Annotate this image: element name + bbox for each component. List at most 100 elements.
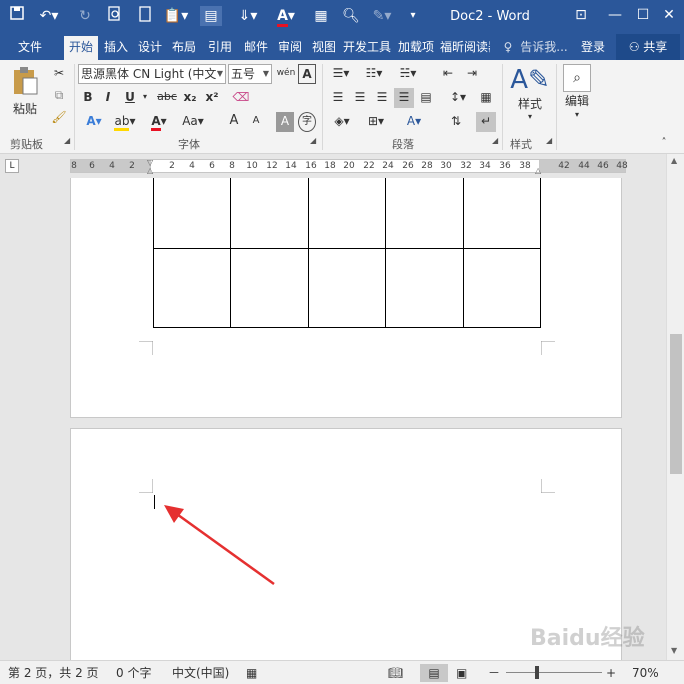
document-area[interactable] [0, 178, 666, 660]
table-cell[interactable] [153, 178, 232, 249]
scroll-down-icon[interactable]: ▼ [671, 646, 677, 655]
text-effect-icon[interactable]: A▾ [82, 112, 106, 132]
sign-in-link[interactable]: 登录 [576, 34, 610, 60]
zoom-level[interactable]: 70% [632, 664, 659, 682]
enclose-char-icon[interactable]: 字 [298, 112, 316, 132]
underline-button[interactable]: U [122, 88, 138, 108]
align-right-icon[interactable]: ☰ [372, 88, 392, 108]
align-center-icon[interactable]: ☰ [350, 88, 370, 108]
tab-foxit[interactable]: 福昕阅读器 [440, 34, 490, 60]
language[interactable]: 中文(中国) [172, 664, 229, 682]
increase-indent-icon[interactable]: ⇥ [462, 64, 482, 84]
hanging-indent-marker-icon[interactable]: △ [147, 166, 153, 175]
copy-icon[interactable]: ⧉ [50, 86, 68, 106]
multilevel-list-icon[interactable]: ☵▾ [394, 64, 422, 84]
tab-references[interactable]: 引用 [204, 34, 236, 60]
tab-layout[interactable]: 布局 [168, 34, 200, 60]
numbering-icon[interactable]: ☷▾ [360, 64, 388, 84]
zoom-out-button[interactable]: － [488, 664, 500, 682]
read-mode-icon[interactable]: 📖︎ [388, 664, 403, 682]
tab-developer[interactable]: 开发工具 [342, 34, 392, 60]
decrease-indent-icon[interactable]: ⇤ [438, 64, 458, 84]
customize-qat-icon[interactable]: ▾ [402, 6, 424, 26]
web-layout-icon[interactable]: ▣ [456, 664, 467, 682]
font-color-icon[interactable]: A▾ [272, 6, 300, 27]
line-spacing-icon[interactable]: ↕▾ [444, 88, 472, 108]
char-border-icon[interactable]: A [298, 64, 316, 84]
chinese-layout-icon[interactable]: ▦ [476, 88, 496, 108]
new-document-icon[interactable] [134, 6, 156, 26]
draw-icon[interactable]: ✎▾ [368, 6, 396, 26]
format-painter-brush-icon[interactable]: 🖌︎ [50, 108, 68, 128]
clipboard-launcher-icon[interactable]: ◢ [64, 136, 70, 145]
styles-button[interactable]: A✎ 样式 ▾ [510, 64, 550, 128]
table-cell[interactable] [230, 248, 309, 328]
borders-icon[interactable]: ⊞▾ [362, 112, 390, 132]
sort-icon[interactable]: ⇅ [446, 112, 466, 132]
chevron-down-icon[interactable]: ▾ [140, 88, 150, 108]
close-icon[interactable]: ✕ [654, 0, 684, 30]
right-indent-marker-icon[interactable]: △ [535, 166, 541, 175]
change-case-button[interactable]: Aa▾ [178, 112, 208, 132]
find-icon[interactable]: 🔍︎ [340, 6, 362, 26]
table-cell[interactable] [462, 178, 541, 249]
tell-me-search[interactable]: 告诉我... [516, 34, 572, 60]
table-cell[interactable] [230, 178, 309, 249]
table-cell[interactable] [462, 248, 541, 328]
font-name-combo[interactable]: 思源黑体 CN Light (中文 ▼ [78, 64, 226, 84]
save-icon[interactable] [6, 6, 28, 26]
subscript-button[interactable]: x₂ [180, 88, 200, 108]
tab-view[interactable]: 视图 [308, 34, 340, 60]
shrink-font-icon[interactable]: A [248, 112, 264, 132]
collapse-ribbon-icon[interactable]: ˄ [656, 134, 672, 154]
font-size-combo[interactable]: 五号 ▼ [228, 64, 272, 84]
phonetic-guide-icon[interactable]: wén [276, 64, 296, 84]
bold-button[interactable]: B [80, 88, 96, 108]
scrollbar-thumb[interactable] [670, 334, 682, 474]
align-left-icon[interactable]: ☰ [328, 88, 348, 108]
cut-icon[interactable]: ✂ [50, 64, 68, 84]
tab-mailings[interactable]: 邮件 [240, 34, 272, 60]
zoom-in-button[interactable]: + [606, 664, 616, 682]
char-shading-icon[interactable]: A [276, 112, 294, 132]
table-cell[interactable] [385, 248, 464, 328]
print-layout-icon[interactable]: ▤ [420, 664, 448, 682]
tab-review[interactable]: 审阅 [274, 34, 306, 60]
vertical-scrollbar[interactable]: ▲ ▼ [666, 154, 684, 660]
font-color-button[interactable]: A▾ [146, 112, 172, 132]
font-launcher-icon[interactable]: ◢ [310, 136, 316, 145]
ribbon-display-icon[interactable]: ⊡ [564, 0, 598, 30]
justify-icon[interactable]: ☰ [394, 88, 414, 108]
table-cell[interactable] [385, 178, 464, 249]
table-cell[interactable] [307, 248, 387, 328]
paste-button[interactable]: 粘贴 [8, 66, 42, 122]
undo-icon[interactable]: ↶▾ [36, 6, 62, 26]
table[interactable] [153, 178, 541, 328]
zoom-slider[interactable] [506, 672, 602, 673]
superscript-button[interactable]: x² [202, 88, 222, 108]
page-count[interactable]: 第 2 页，共 2 页 [8, 664, 99, 682]
redo-icon[interactable]: ↻ [74, 6, 96, 26]
paste-icon[interactable]: 📋▾ [162, 6, 190, 26]
horizontal-ruler[interactable]: 8 6 4 2 2 4 6 8 10 12 14 16 18 20 22 24 26 28 30 32 34 36 38 42… [70, 158, 628, 175]
tab-home[interactable]: 开始 [64, 36, 98, 60]
show-marks-icon[interactable]: ↵ [476, 112, 496, 132]
editing-button[interactable]: ⌕ 编辑 ▾ [562, 64, 592, 128]
word-count[interactable]: 0 个字 [116, 664, 151, 682]
italic-button[interactable]: I [100, 88, 116, 108]
clear-formatting-icon[interactable]: ⌫ [230, 88, 252, 108]
distributed-icon[interactable]: ▤ [416, 88, 436, 108]
bullets-icon[interactable]: ☰▾ [328, 64, 354, 84]
scroll-up-icon[interactable]: ▲ [671, 156, 677, 165]
paragraph-launcher-icon[interactable]: ◢ [492, 136, 498, 145]
tab-addins[interactable]: 加载项 [396, 34, 436, 60]
text-direction-icon[interactable]: A▾ [400, 112, 428, 132]
zoom-slider-thumb[interactable] [535, 666, 539, 679]
tab-selector-icon[interactable]: L [5, 159, 19, 173]
macro-record-icon[interactable]: ▦ [246, 664, 257, 682]
document-view-icon[interactable]: ▤ [200, 6, 222, 26]
table-cell[interactable] [307, 178, 387, 249]
highlight-icon[interactable]: ab▾ [112, 112, 138, 132]
styles-launcher-icon[interactable]: ◢ [546, 136, 552, 145]
tab-file[interactable]: 文件 [6, 34, 54, 60]
